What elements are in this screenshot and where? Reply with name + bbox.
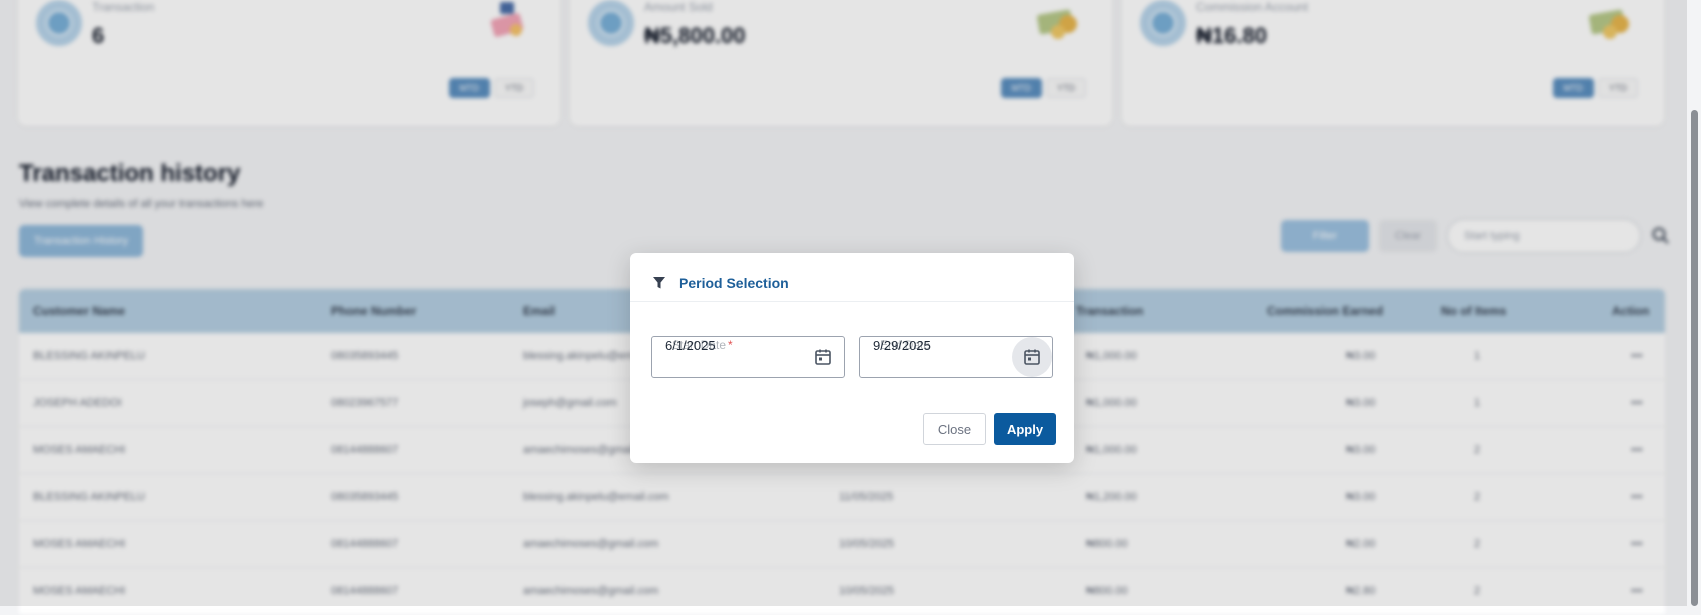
end-date-field[interactable]: End Date 9/29/2025: [859, 336, 1053, 378]
start-date-field[interactable]: Start Date * 6/1/2025: [651, 336, 845, 378]
scrollbar-thumb[interactable]: [1691, 110, 1698, 606]
calendar-icon[interactable]: [1023, 348, 1041, 366]
start-date-value: 6/1/2025: [665, 338, 716, 353]
apply-button[interactable]: Apply: [994, 413, 1056, 445]
dialog-title: Period Selection: [679, 275, 789, 291]
calendar-icon[interactable]: [814, 348, 832, 366]
end-date-value: 9/29/2025: [873, 338, 931, 353]
page-scrollbar[interactable]: [1687, 0, 1701, 606]
period-selection-dialog: Period Selection Start Date * 6/1/2025 En…: [630, 253, 1074, 463]
close-button[interactable]: Close: [923, 413, 986, 445]
calendar-button[interactable]: [1012, 337, 1052, 377]
dialog-header: Period Selection: [630, 253, 1074, 302]
funnel-icon: [653, 277, 665, 289]
